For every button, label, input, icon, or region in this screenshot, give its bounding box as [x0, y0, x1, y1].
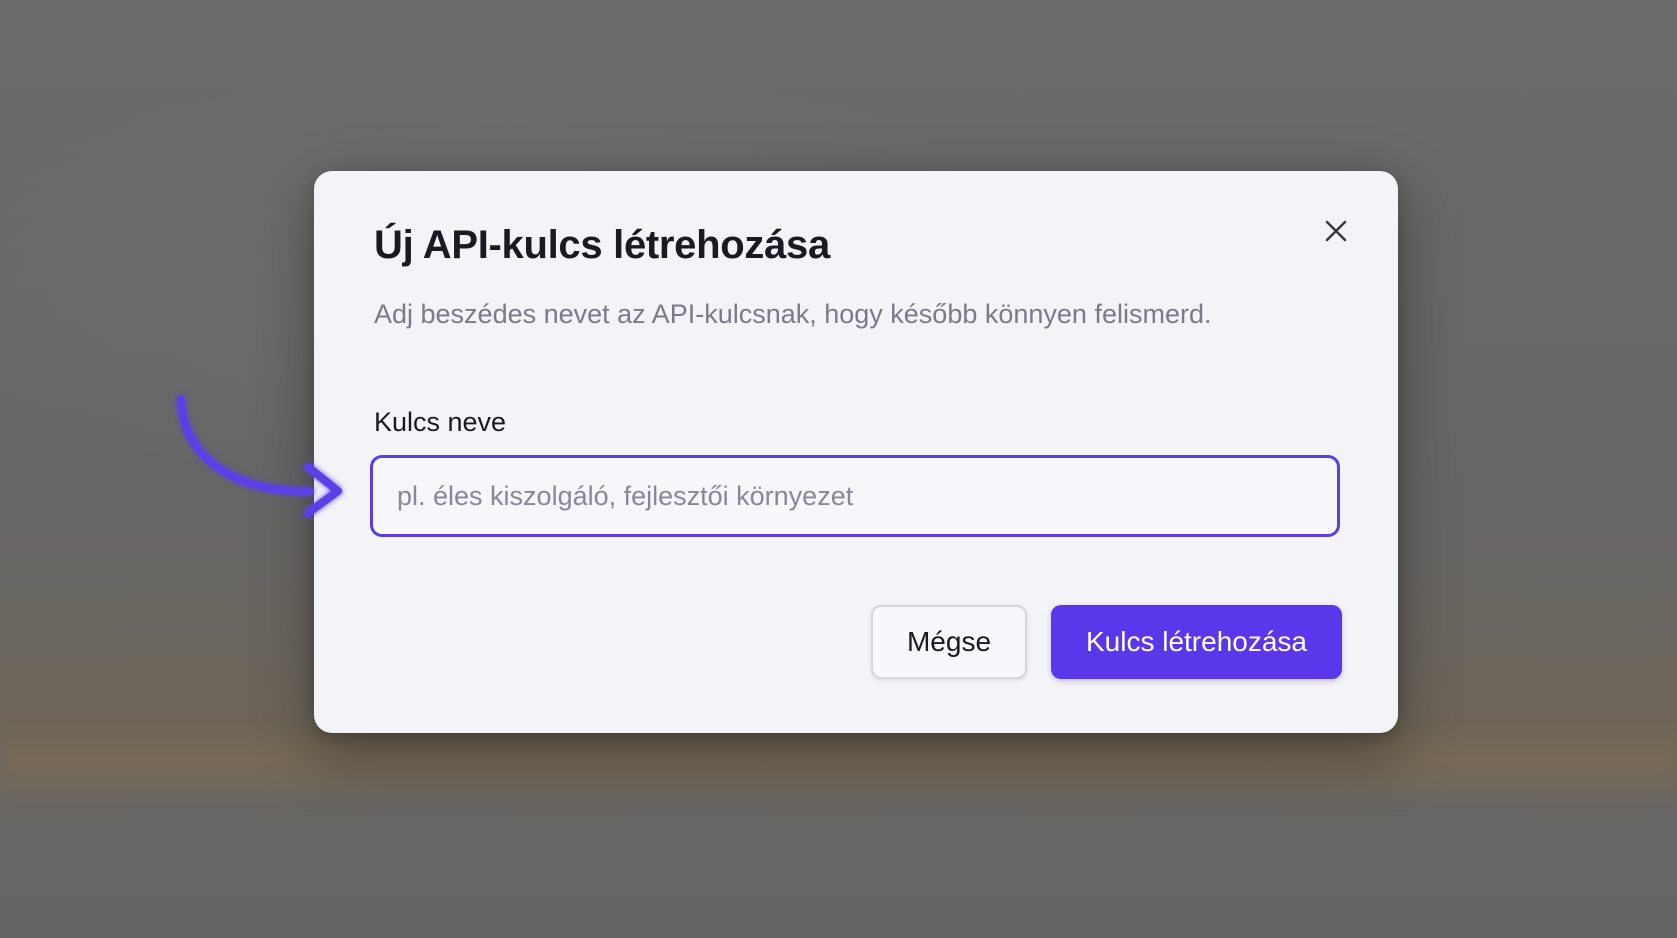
dialog-title: Új API-kulcs létrehozása — [374, 223, 830, 267]
cancel-button[interactable]: Mégse — [871, 605, 1027, 679]
close-button[interactable] — [1318, 213, 1354, 249]
dialog-description: Adj beszédes nevet az API-kulcsnak, hogy… — [374, 299, 1212, 329]
key-name-input[interactable] — [370, 455, 1340, 537]
close-icon — [1325, 220, 1347, 242]
key-name-label: Kulcs neve — [374, 407, 507, 437]
backdrop-band — [0, 720, 1677, 810]
curved-arrow-icon — [177, 395, 342, 517]
create-key-button[interactable]: Kulcs létrehozása — [1051, 605, 1342, 679]
create-api-key-dialog: Új API-kulcs létrehozása Adj beszédes ne… — [314, 171, 1398, 733]
